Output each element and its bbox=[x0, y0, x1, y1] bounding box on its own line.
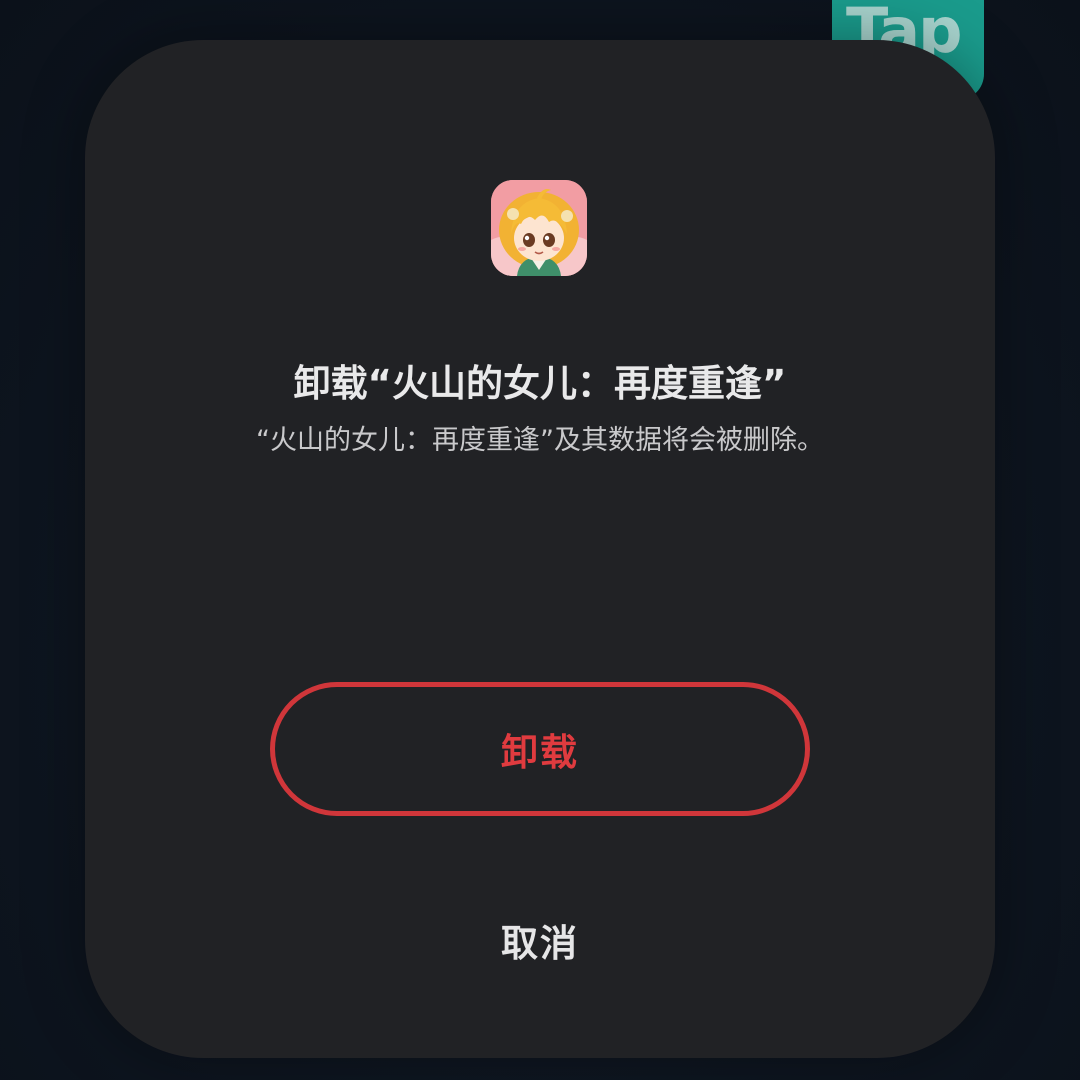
app-icon-artwork bbox=[491, 180, 587, 276]
dialog-message: “火山的女儿：再度重逢”及其数据将会被删除。 bbox=[256, 425, 824, 456]
uninstall-button-label: 卸载 bbox=[501, 731, 579, 774]
uninstall-dialog: 卸载“火山的女儿：再度重逢” “火山的女儿：再度重逢”及其数据将会被删除。 卸载… bbox=[85, 40, 995, 1058]
cancel-button[interactable]: 取消 bbox=[440, 902, 640, 978]
game-character-app-icon bbox=[491, 180, 587, 276]
cancel-button-label: 取消 bbox=[501, 922, 579, 965]
dialog-title: 卸载“火山的女儿：再度重逢” bbox=[293, 362, 787, 405]
uninstall-button[interactable]: 卸载 bbox=[270, 682, 810, 816]
